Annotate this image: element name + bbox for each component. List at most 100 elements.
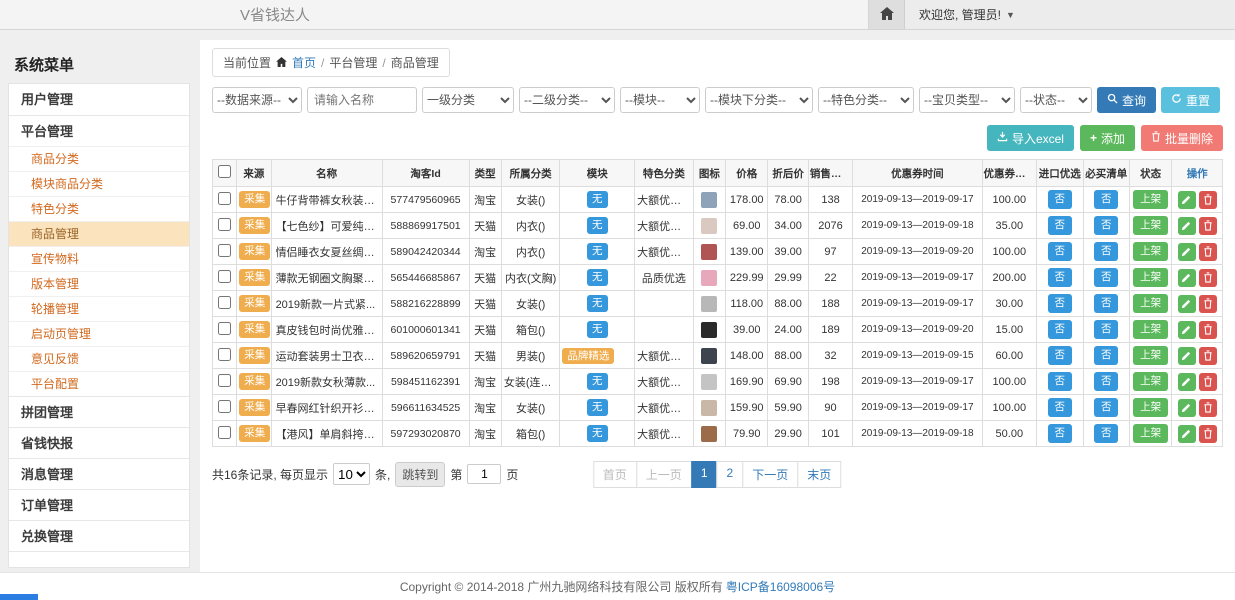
row-checkbox[interactable] (218, 244, 231, 257)
must-buy-toggle[interactable]: 否 (1094, 320, 1119, 339)
status-toggle[interactable]: 上架 (1133, 398, 1168, 417)
import-select-toggle[interactable]: 否 (1048, 320, 1073, 339)
sidebar-subitem[interactable]: 轮播管理 (9, 296, 189, 321)
status-toggle[interactable]: 上架 (1133, 216, 1168, 235)
filter-select[interactable]: --模块下分类-- (705, 87, 813, 113)
edit-icon[interactable] (1178, 243, 1196, 261)
must-buy-toggle[interactable]: 否 (1094, 424, 1119, 443)
row-checkbox[interactable] (218, 218, 231, 231)
status-toggle[interactable]: 上架 (1133, 268, 1168, 287)
import-select-toggle[interactable]: 否 (1048, 268, 1073, 287)
page-button[interactable]: 下一页 (742, 461, 798, 488)
sidebar-subitem[interactable]: 版本管理 (9, 271, 189, 296)
delete-icon[interactable] (1199, 191, 1217, 209)
sidebar-subitem[interactable]: 商品管理 (9, 221, 189, 246)
delete-icon[interactable] (1199, 425, 1217, 443)
row-checkbox[interactable] (218, 400, 231, 413)
must-buy-toggle[interactable]: 否 (1094, 346, 1119, 365)
edit-icon[interactable] (1178, 399, 1196, 417)
must-buy-toggle[interactable]: 否 (1094, 294, 1119, 313)
delete-icon[interactable] (1199, 243, 1217, 261)
delete-icon[interactable] (1199, 399, 1217, 417)
must-buy-toggle[interactable]: 否 (1094, 372, 1119, 391)
filter-source-select[interactable]: --数据来源-- (212, 87, 302, 113)
edit-icon[interactable] (1178, 425, 1196, 443)
select-all-checkbox[interactable] (218, 165, 231, 178)
jump-button[interactable]: 跳转到 (395, 462, 445, 487)
must-buy-toggle[interactable]: 否 (1094, 398, 1119, 417)
filter-select[interactable]: --状态-- (1020, 87, 1092, 113)
row-checkbox[interactable] (218, 348, 231, 361)
must-buy-toggle[interactable]: 否 (1094, 190, 1119, 209)
reset-button[interactable]: 重置 (1161, 87, 1220, 113)
delete-icon[interactable] (1199, 347, 1217, 365)
batch-delete-button[interactable]: 批量删除 (1141, 125, 1223, 151)
edit-icon[interactable] (1178, 191, 1196, 209)
sidebar-item[interactable]: 消息管理 (9, 458, 189, 489)
status-toggle[interactable]: 上架 (1133, 190, 1168, 209)
jump-page-input[interactable] (467, 464, 501, 484)
row-checkbox[interactable] (218, 270, 231, 283)
home-button[interactable] (869, 0, 905, 29)
import-select-toggle[interactable]: 否 (1048, 346, 1073, 365)
add-button[interactable]: + 添加 (1080, 125, 1135, 151)
filter-select[interactable]: --模块-- (620, 87, 700, 113)
row-checkbox[interactable] (218, 192, 231, 205)
sidebar-item[interactable]: 省钱快报 (9, 427, 189, 458)
import-select-toggle[interactable]: 否 (1048, 294, 1073, 313)
edit-icon[interactable] (1178, 321, 1196, 339)
sidebar-subitem[interactable]: 模块商品分类 (9, 171, 189, 196)
sidebar-subitem[interactable]: 启动页管理 (9, 321, 189, 346)
edit-icon[interactable] (1178, 373, 1196, 391)
breadcrumb-home-link[interactable]: 首页 (292, 54, 316, 71)
sidebar-subitem[interactable]: 平台配置 (9, 371, 189, 396)
user-menu[interactable]: 欢迎您, 管理员! ▼ (905, 6, 1015, 23)
filter-select[interactable]: 一级分类 (422, 87, 514, 113)
sidebar-subitem[interactable]: 商品分类 (9, 146, 189, 171)
page-button[interactable]: 末页 (797, 461, 841, 488)
import-select-toggle[interactable]: 否 (1048, 372, 1073, 391)
sidebar-subitem[interactable]: 意见反馈 (9, 346, 189, 371)
sidebar-subitem[interactable]: 特色分类 (9, 196, 189, 221)
filter-keyword-input[interactable] (307, 87, 417, 113)
edit-icon[interactable] (1178, 347, 1196, 365)
icp-link[interactable]: 粤ICP备16098006号 (726, 578, 835, 595)
edit-icon[interactable] (1178, 269, 1196, 287)
status-toggle[interactable]: 上架 (1133, 346, 1168, 365)
filter-select[interactable]: --二级分类-- (519, 87, 615, 113)
delete-icon[interactable] (1199, 217, 1217, 235)
page-button[interactable]: 1 (691, 461, 718, 488)
delete-icon[interactable] (1199, 295, 1217, 313)
import-select-toggle[interactable]: 否 (1048, 424, 1073, 443)
import-select-toggle[interactable]: 否 (1048, 242, 1073, 261)
delete-icon[interactable] (1199, 269, 1217, 287)
brand-title[interactable]: V省钱达人 (240, 4, 310, 25)
sidebar-subitem[interactable]: 宣传物料 (9, 246, 189, 271)
import-select-toggle[interactable]: 否 (1048, 216, 1073, 235)
row-checkbox[interactable] (218, 374, 231, 387)
edit-icon[interactable] (1178, 217, 1196, 235)
must-buy-toggle[interactable]: 否 (1094, 242, 1119, 261)
sidebar-item[interactable]: 平台管理 (9, 115, 189, 146)
must-buy-toggle[interactable]: 否 (1094, 268, 1119, 287)
status-toggle[interactable]: 上架 (1133, 320, 1168, 339)
delete-icon[interactable] (1199, 321, 1217, 339)
row-checkbox[interactable] (218, 322, 231, 335)
page-size-select[interactable]: 10 (333, 463, 370, 485)
must-buy-toggle[interactable]: 否 (1094, 216, 1119, 235)
filter-select[interactable]: --特色分类-- (818, 87, 914, 113)
import-excel-button[interactable]: 导入excel (987, 125, 1074, 151)
edit-icon[interactable] (1178, 295, 1196, 313)
delete-icon[interactable] (1199, 373, 1217, 391)
filter-select[interactable]: --宝贝类型-- (919, 87, 1015, 113)
row-checkbox[interactable] (218, 296, 231, 309)
sidebar-item[interactable]: 拼团管理 (9, 396, 189, 427)
status-toggle[interactable]: 上架 (1133, 424, 1168, 443)
page-button[interactable]: 2 (717, 461, 744, 488)
sidebar-item[interactable]: 兑换管理 (9, 520, 189, 551)
sidebar-item[interactable]: 订单管理 (9, 489, 189, 520)
sidebar-item[interactable]: 用户管理 (9, 84, 189, 115)
import-select-toggle[interactable]: 否 (1048, 190, 1073, 209)
row-checkbox[interactable] (218, 426, 231, 439)
status-toggle[interactable]: 上架 (1133, 372, 1168, 391)
